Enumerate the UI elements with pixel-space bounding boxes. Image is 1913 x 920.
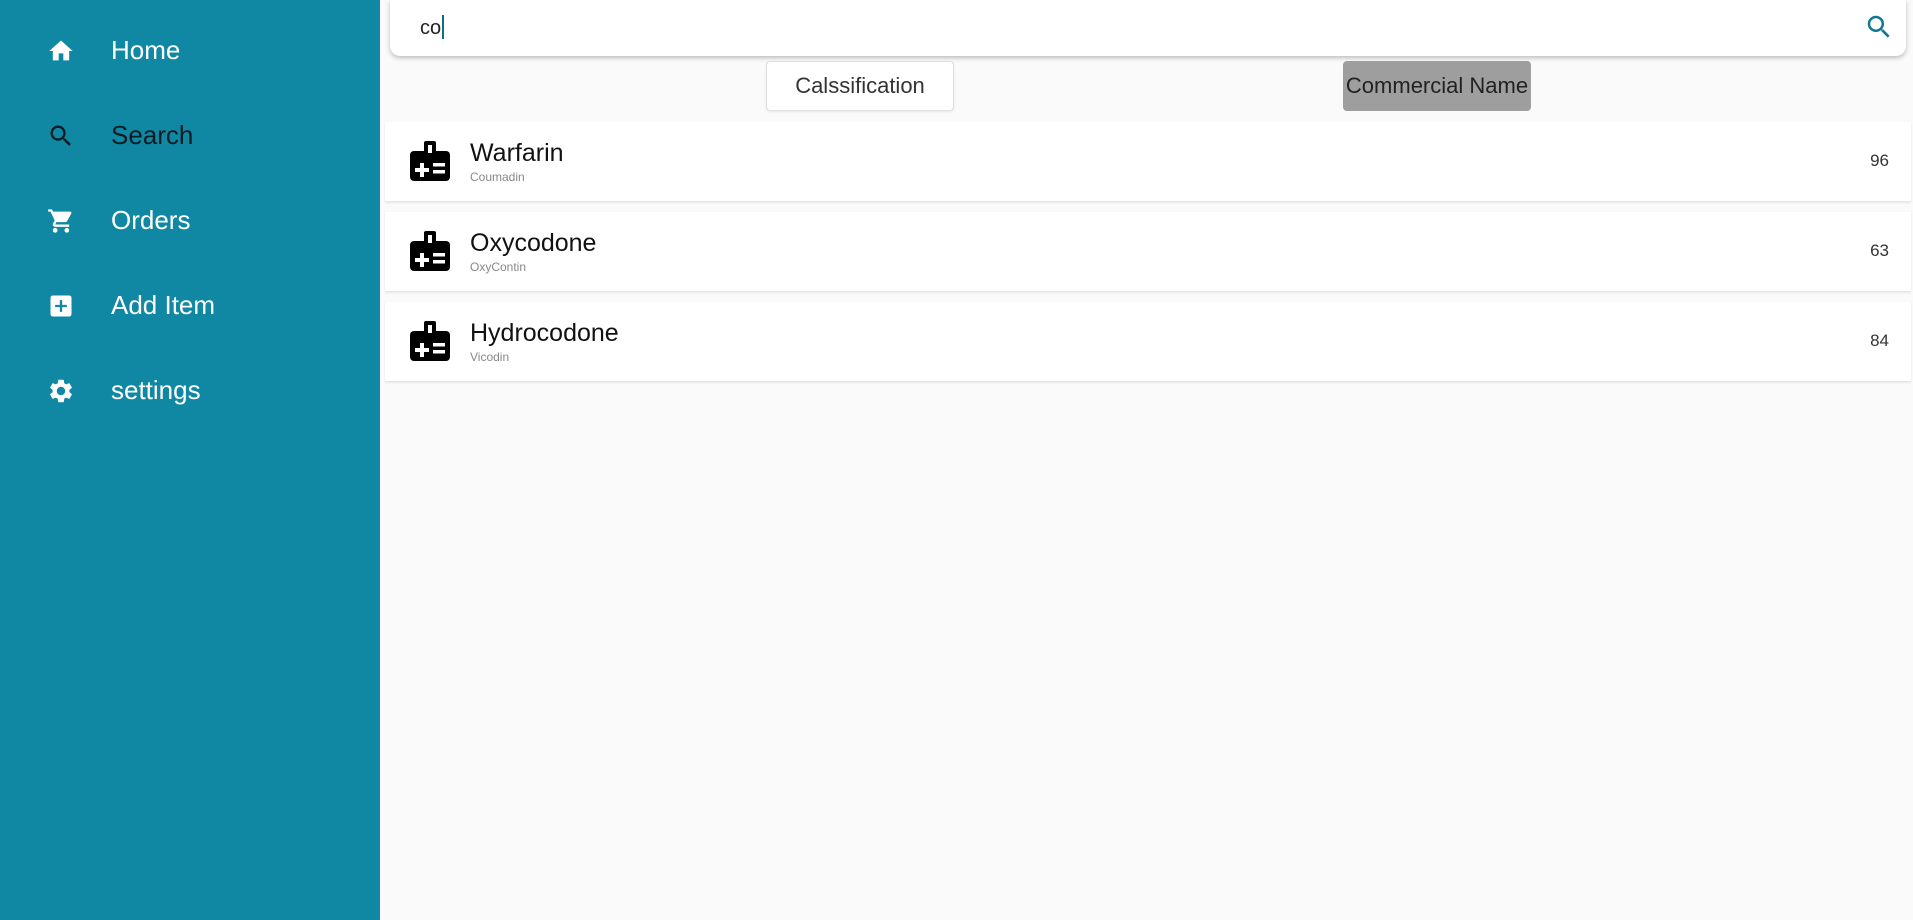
sidebar-item-home[interactable]: Home [0, 8, 380, 93]
add-box-icon [47, 292, 75, 320]
text-caret [442, 15, 444, 39]
medical-kit-icon [408, 139, 452, 183]
commercial-name: Vicodin [470, 350, 510, 364]
cart-icon [47, 207, 75, 235]
sidebar: Home Search Orders Add Item settings [0, 0, 380, 920]
medication-name: Hydrocodone [470, 319, 619, 347]
search-bar [390, 0, 1906, 56]
sidebar-item-settings[interactable]: settings [0, 348, 380, 433]
search-icon [1864, 12, 1894, 42]
stock-count: 84 [1870, 331, 1889, 350]
commercial-name: OxyContin [470, 260, 527, 274]
filter-commercial-name-button[interactable]: Commercial Name [1343, 61, 1531, 111]
list-item[interactable]: Oxycodone OxyContin 63 [385, 212, 1911, 292]
search-icon [47, 122, 75, 150]
sidebar-item-label: Add Item [111, 290, 216, 320]
medical-kit-icon [408, 319, 452, 363]
sidebar-item-label: Search [111, 120, 194, 150]
stock-count: 63 [1870, 241, 1889, 260]
stock-count: 96 [1870, 151, 1889, 170]
search-button[interactable] [1864, 12, 1894, 42]
search-input[interactable] [420, 10, 1820, 46]
medical-kit-icon [408, 229, 452, 273]
list-item[interactable]: Warfarin Coumadin 96 [385, 122, 1911, 202]
sidebar-item-add-item[interactable]: Add Item [0, 263, 380, 348]
medication-name: Warfarin [470, 139, 564, 167]
sidebar-item-search[interactable]: Search [0, 93, 380, 178]
sidebar-item-label: settings [111, 375, 201, 405]
sidebar-item-orders[interactable]: Orders [0, 178, 380, 263]
commercial-name: Coumadin [470, 170, 525, 184]
sidebar-item-label: Orders [111, 205, 191, 235]
medication-name: Oxycodone [470, 229, 597, 257]
filter-classification-button[interactable]: Calssification [766, 61, 954, 111]
gear-icon [47, 377, 75, 405]
home-icon [47, 37, 75, 65]
sidebar-item-label: Home [111, 35, 181, 65]
list-item[interactable]: Hydrocodone Vicodin 84 [385, 302, 1911, 382]
